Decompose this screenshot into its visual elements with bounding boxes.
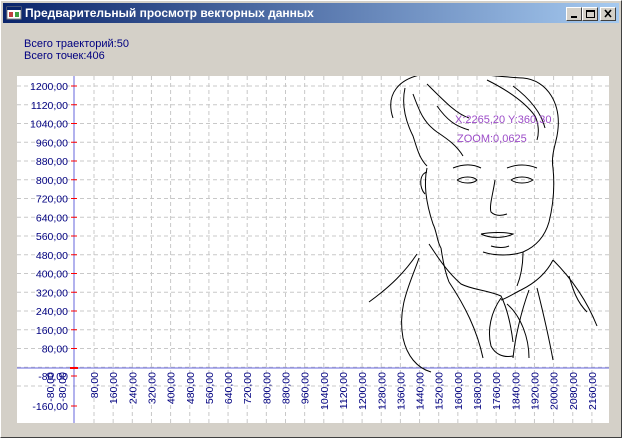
- y-tick-label: -160,00: [32, 401, 68, 413]
- x-tick-label: 1760,00: [491, 372, 503, 410]
- minimize-icon: [571, 16, 577, 18]
- x-tick-label: 1520,00: [434, 372, 446, 410]
- grid: [17, 76, 612, 423]
- axes: 1200,00 1120,00 1040,00 960,00 880,00 800,00 7…: [17, 76, 609, 423]
- mouth: [480, 232, 515, 238]
- y-tick-label: 1200,00: [30, 81, 68, 93]
- cursor-coordinates: X:2265,20 Y:360,30: [455, 114, 551, 126]
- y-tick-label: 240,00: [36, 306, 68, 318]
- x-tick-label: 1280,00: [376, 372, 388, 410]
- title-bar[interactable]: Предварительный просмотр векторных данны…: [3, 3, 619, 23]
- y-tick-label: 880,00: [36, 156, 68, 168]
- plot-svg: 1200,00 1120,00 1040,00 960,00 880,00 800,00 7…: [17, 72, 612, 423]
- x-tick-label: 400,00: [166, 372, 178, 404]
- y-tick-label: 560,00: [36, 231, 68, 243]
- hair-strand: [426, 83, 470, 119]
- window-title: Предварительный просмотр векторных данны…: [25, 6, 314, 20]
- x-tick-label: 80,00: [89, 372, 101, 398]
- jacket-right: [536, 287, 554, 361]
- preview-window: Предварительный просмотр векторных данны…: [0, 0, 622, 438]
- y-tick-label: 720,00: [36, 194, 68, 206]
- neck: [516, 251, 524, 287]
- x-tick-label: 2160,00: [587, 372, 599, 410]
- x-tick-label: 960,00: [300, 372, 312, 404]
- x-tick-label: -80,00: [57, 372, 69, 402]
- x-tick-label: 1840,00: [510, 372, 522, 410]
- jacket-left: [368, 253, 418, 303]
- y-tick-label: 800,00: [36, 175, 68, 187]
- minimize-button[interactable]: [566, 7, 582, 21]
- y-tick-label: 480,00: [36, 250, 68, 262]
- y-tick-label: 640,00: [36, 212, 68, 224]
- x-tick-label: 1120,00: [338, 372, 350, 409]
- x-tick-label: 320,00: [146, 372, 158, 404]
- x-tick-label: 1360,00: [395, 372, 407, 410]
- x-tick-label: 720,00: [242, 372, 254, 404]
- chin: [490, 245, 510, 248]
- face-outline: [482, 167, 555, 256]
- x-tick-label: 880,00: [281, 372, 293, 404]
- trajectory-count: Всего траекторий:50: [24, 38, 129, 50]
- lapel: [448, 281, 484, 359]
- close-button[interactable]: [600, 7, 616, 21]
- close-icon: [604, 9, 612, 18]
- x-tick-label-origin: -80,00: [45, 372, 57, 402]
- x-tick-label: 1040,00: [319, 372, 331, 410]
- x-tick-label: 1600,00: [453, 372, 465, 410]
- zoom-level: ZOOM:0,0625: [457, 133, 527, 145]
- y-tick-label: 960,00: [36, 137, 68, 149]
- maximize-icon: [586, 10, 595, 18]
- x-tick-label: 2080,00: [568, 372, 580, 410]
- x-tick-label: 800,00: [261, 372, 273, 404]
- x-tick-label: 640,00: [223, 372, 235, 404]
- maximize-button[interactable]: [582, 7, 598, 21]
- point-count: Всего точек:406: [24, 50, 105, 62]
- x-tick-label: 160,00: [108, 372, 120, 404]
- x-tick-label: 1440,00: [415, 372, 427, 410]
- y-tick-label: 400,00: [36, 269, 68, 281]
- x-tick-label: 560,00: [204, 372, 216, 404]
- y-tick-label: 1120,00: [31, 100, 68, 112]
- readout: X:2265,20 Y:360,30 ZOOM:0,0625: [455, 114, 551, 145]
- hair-strand: [486, 79, 539, 141]
- y-tick-label: 320,00: [36, 287, 68, 299]
- app-icon: [6, 6, 22, 20]
- neck: [440, 247, 450, 283]
- jacket-left: [401, 257, 432, 373]
- x-tick-label: 1680,00: [472, 372, 484, 410]
- y-tick-label: 1040,00: [30, 119, 68, 131]
- right-eyebrow: [506, 164, 538, 169]
- x-tick-label: 240,00: [127, 372, 139, 404]
- tie: [506, 303, 530, 359]
- x-tick-label: 480,00: [185, 372, 197, 404]
- collar-right: [500, 259, 554, 301]
- vector-preview-canvas[interactable]: 1200,00 1120,00 1040,00 960,00 880,00 800,00 7…: [17, 72, 612, 423]
- nose: [490, 179, 508, 216]
- x-tick-label: 1920,00: [529, 372, 541, 410]
- y-tick-label: 160,00: [36, 325, 68, 337]
- collar-left: [428, 243, 514, 343]
- x-tick-label: 2000,00: [549, 372, 561, 410]
- x-tick-label: 1200,00: [357, 372, 369, 410]
- y-tick-label: 80,00: [42, 344, 68, 356]
